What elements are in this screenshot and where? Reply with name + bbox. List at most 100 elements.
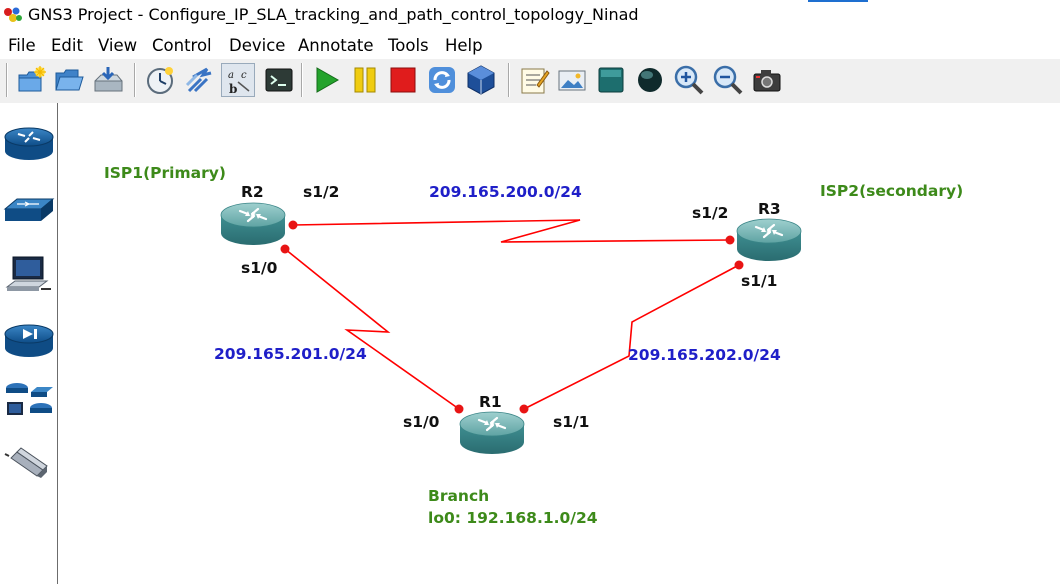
- show-names-button[interactable]: a c b: [221, 63, 255, 97]
- svg-text:a: a: [228, 70, 234, 81]
- router-icon: [219, 201, 287, 247]
- toolbar-grip: [5, 63, 9, 97]
- note-isp2: ISP2(secondary): [820, 182, 964, 200]
- stop-all-icon: [390, 67, 416, 93]
- all-devices-button[interactable]: [3, 378, 55, 426]
- link-r3-r1[interactable]: [523, 264, 740, 410]
- routers-button[interactable]: [3, 119, 55, 167]
- topology-canvas[interactable]: R2 R3 R1 s1/2 s1/0 s1/2 s1/1 s1/0 s1/1 2…: [58, 103, 1060, 584]
- start-all-button[interactable]: [309, 63, 343, 97]
- zoom-out-button[interactable]: [711, 63, 745, 97]
- show-interface-labels-button[interactable]: [183, 63, 217, 97]
- save-project-button[interactable]: [91, 63, 125, 97]
- title-bar: GNS3 Project - Configure_IP_SLA_tracking…: [0, 0, 1060, 31]
- zoom-in-button[interactable]: [672, 63, 706, 97]
- screenshot-icon: [753, 70, 781, 92]
- router-r1[interactable]: [458, 410, 526, 456]
- insert-image-button[interactable]: [555, 63, 589, 97]
- r3-port-s1-2-label: s1/2: [692, 204, 729, 222]
- network-label-r2-r3: 209.165.200.0/24: [429, 183, 582, 201]
- network-label-r2-r1: 209.165.201.0/24: [214, 345, 367, 363]
- link-r2-r3[interactable]: [292, 219, 731, 243]
- window-title: GNS3 Project - Configure_IP_SLA_tracking…: [28, 5, 639, 24]
- r3-port-s1-1-label: s1/1: [741, 272, 778, 290]
- insert-image-icon: [558, 70, 586, 91]
- svg-text:b: b: [229, 82, 237, 96]
- menu-bar: File Edit View Control Device Annotate T…: [0, 31, 1060, 59]
- r1-port-s1-1-label: s1/1: [553, 413, 590, 431]
- zoom-in-icon: [674, 65, 704, 95]
- save-project-icon: [94, 67, 123, 92]
- router-r1-name: R1: [479, 393, 502, 411]
- console-all-button[interactable]: [262, 63, 296, 97]
- note-branch: Branch: [428, 487, 490, 505]
- port-r3-s1-2: [725, 235, 735, 245]
- gns3-app-icon: [3, 6, 23, 24]
- link-r2-r1[interactable]: [284, 248, 460, 410]
- r2-port-s1-0-label: s1/0: [241, 259, 278, 277]
- router-icon: [735, 217, 803, 263]
- open-project-button[interactable]: [52, 63, 86, 97]
- start-all-icon: [316, 67, 340, 93]
- menu-control[interactable]: Control: [152, 36, 212, 55]
- all-devices-icon: [6, 383, 53, 415]
- menu-file[interactable]: File: [8, 36, 36, 55]
- device-dock: [0, 103, 58, 584]
- port-r2-s1-2: [288, 220, 298, 230]
- add-link-icon: [4, 447, 48, 478]
- draw-ellipse-icon: [638, 68, 662, 92]
- screenshot-button[interactable]: [750, 63, 784, 97]
- toolbar-separator: [133, 63, 137, 97]
- title-accent: [808, 0, 868, 2]
- note-branch-loopback: lo0: 192.168.1.0/24: [428, 509, 598, 527]
- add-link-button[interactable]: [3, 442, 55, 490]
- toolbar-separator: [507, 63, 511, 97]
- menu-edit[interactable]: Edit: [51, 36, 83, 55]
- main-toolbar: a c b: [0, 59, 1060, 104]
- add-note-button[interactable]: [517, 63, 551, 97]
- network-label-r3-r1: 209.165.202.0/24: [628, 346, 781, 364]
- svg-text:c: c: [241, 70, 247, 81]
- router-r3[interactable]: [735, 217, 803, 263]
- draw-rectangle-button[interactable]: [594, 63, 628, 97]
- r1-port-s1-0-label: s1/0: [403, 413, 440, 431]
- menu-tools[interactable]: Tools: [388, 36, 429, 55]
- switches-icon: [3, 198, 55, 221]
- new-project-icon: [18, 66, 46, 92]
- suspend-all-icon: [354, 67, 376, 93]
- router-r3-name: R3: [758, 200, 781, 218]
- menu-view[interactable]: View: [98, 36, 137, 55]
- security-devices-button[interactable]: [3, 316, 55, 364]
- menu-device[interactable]: Device: [229, 36, 285, 55]
- end-devices-icon: [5, 256, 51, 291]
- draw-ellipse-button[interactable]: [633, 63, 667, 97]
- open-project-icon: [55, 69, 84, 91]
- snapshot-icon: [147, 67, 173, 94]
- security-devices-icon: [4, 324, 54, 357]
- menu-annotate[interactable]: Annotate: [298, 36, 374, 55]
- routers-icon: [4, 127, 54, 160]
- note-isp1: ISP1(Primary): [104, 164, 226, 182]
- r2-port-s1-2-label: s1/2: [303, 183, 340, 201]
- router-icon: [458, 410, 526, 456]
- show-names-icon: a c b: [228, 70, 250, 96]
- end-devices-button[interactable]: [3, 253, 55, 301]
- reload-all-button[interactable]: [425, 63, 459, 97]
- draw-rectangle-icon: [598, 67, 624, 93]
- menu-help[interactable]: Help: [445, 36, 483, 55]
- suspend-all-button[interactable]: [348, 63, 382, 97]
- router-r2-name: R2: [241, 183, 264, 201]
- snapshot-button[interactable]: [143, 63, 177, 97]
- show-interface-labels-icon: [185, 67, 212, 93]
- add-note-icon: [521, 68, 550, 94]
- toolbar-separator: [300, 63, 304, 97]
- stop-all-button[interactable]: [386, 63, 420, 97]
- zoom-out-icon: [713, 65, 743, 95]
- reload-all-icon: [429, 67, 455, 93]
- new-project-button[interactable]: [14, 63, 48, 97]
- virtualbox-button[interactable]: [464, 63, 498, 97]
- switches-button[interactable]: [3, 187, 55, 235]
- virtualbox-icon: [467, 65, 495, 95]
- router-r2[interactable]: [219, 201, 287, 247]
- console-all-icon: [265, 68, 293, 92]
